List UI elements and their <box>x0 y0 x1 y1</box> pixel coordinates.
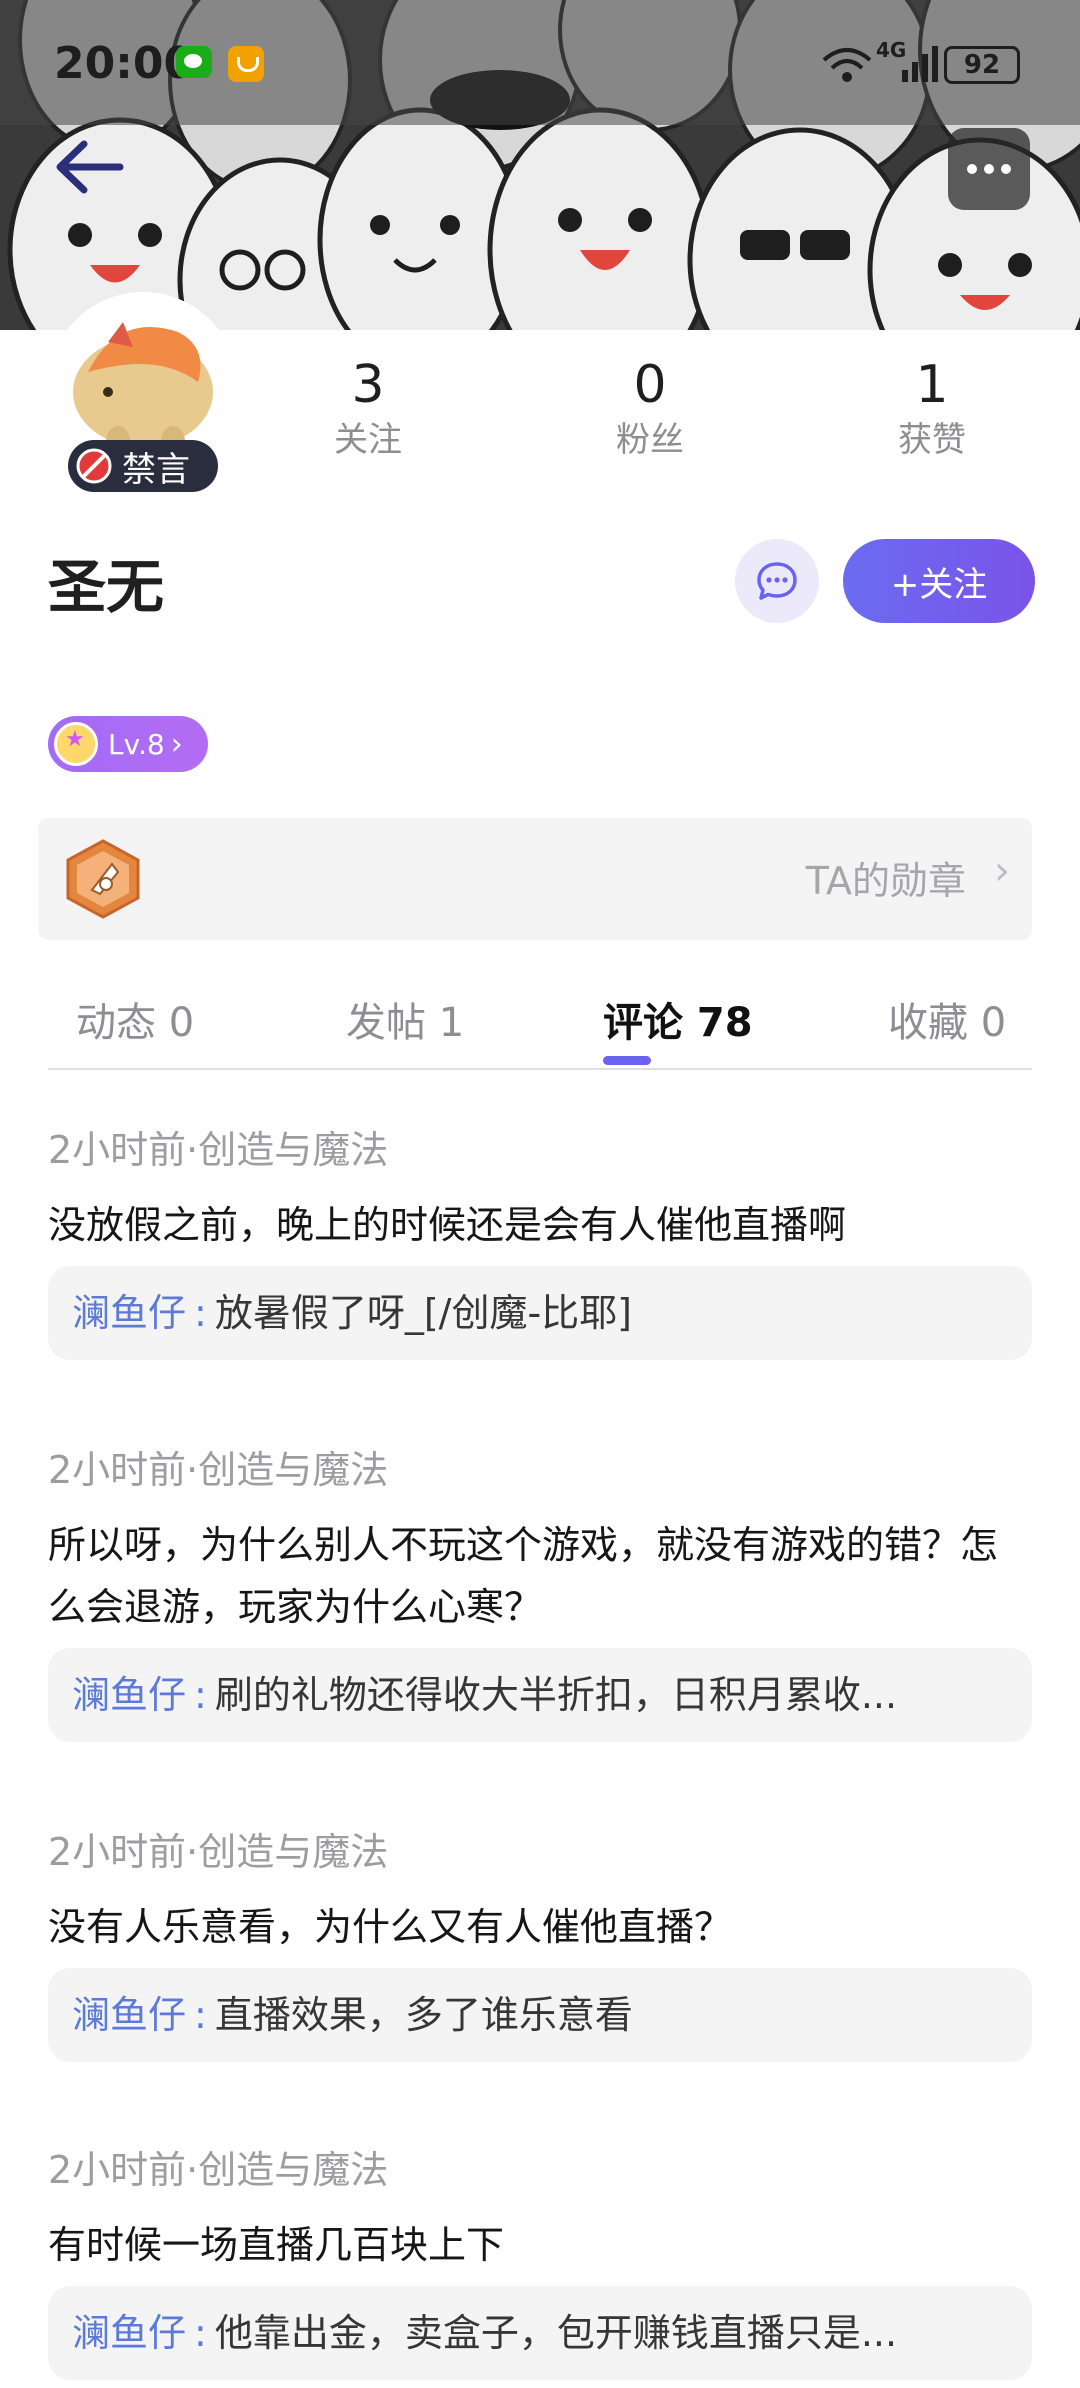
stat-following[interactable]: 3 关注 <box>268 355 468 465</box>
stat-likes[interactable]: 1 获赞 <box>832 355 1032 465</box>
stat-likes-label: 获赞 <box>898 420 966 460</box>
comment-meta: 2小时前·创造与魔法 <box>48 1830 389 1874</box>
medal-icon <box>66 839 140 919</box>
stat-following-label: 关注 <box>334 420 402 460</box>
profile-tabs: 动态 0 发帖 1 评论 78 收藏 0 <box>48 980 1032 1070</box>
chevron-right-icon: › <box>170 726 183 762</box>
comment-item[interactable]: 2小时前·创造与魔法 没有人乐意看，为什么又有人催他直播？ 澜鱼仔: 直播效果，多… <box>48 1822 1032 2062</box>
comment-reply[interactable]: 澜鱼仔: 直播效果，多了谁乐意看 <box>48 1968 1032 2062</box>
comment-text: 没放假之前，晚上的时候还是会有人催他直播啊 <box>48 1203 847 1247</box>
ban-icon <box>76 448 112 484</box>
tab-divider <box>48 1068 1032 1070</box>
reply-text: 直播效果，多了谁乐意看 <box>214 1993 633 2037</box>
more-options-button[interactable] <box>948 128 1030 210</box>
reply-user[interactable]: 澜鱼仔 <box>72 1993 186 2037</box>
comment-text: 有时候一场直播几百块上下 <box>48 2223 505 2267</box>
comment-meta: 2小时前·创造与魔法 <box>48 1448 389 1492</box>
battery-indicator: 92 <box>944 46 1020 84</box>
tab-favorites[interactable]: 收藏 0 <box>888 990 1006 1048</box>
wechat-notification-icon <box>176 46 212 78</box>
reply-user[interactable]: 澜鱼仔 <box>72 1291 186 1335</box>
reply-separator: : <box>194 1993 207 2037</box>
active-tab-indicator <box>603 1056 651 1065</box>
stat-likes-value: 1 <box>915 355 949 415</box>
medal-section[interactable]: TA的勋章 › <box>38 818 1032 940</box>
comment-item[interactable]: 2小时前·创造与魔法 没放假之前，晚上的时候还是会有人催他直播啊 澜鱼仔: 放暑假… <box>48 1120 1032 1360</box>
reply-text: 刷的礼物还得收大半折扣，日积月累收... <box>214 1673 898 1717</box>
comment-item[interactable]: 2小时前·创造与魔法 有时候一场直播几百块上下 澜鱼仔: 他靠出金，卖盒子，包开赚… <box>48 2140 1032 2380</box>
chevron-right-icon: › <box>994 848 1010 894</box>
signal-icon <box>902 46 938 82</box>
mute-badge: 禁言 <box>68 440 218 492</box>
status-bar: 20:00 4G 92 <box>0 0 1080 125</box>
back-arrow-icon <box>56 140 124 194</box>
reply-user[interactable]: 澜鱼仔 <box>72 2311 186 2355</box>
vip-notification-icon <box>228 46 264 82</box>
reply-separator: : <box>194 2311 207 2355</box>
tab-dynamics[interactable]: 动态 0 <box>76 990 194 1048</box>
back-button[interactable] <box>50 132 130 202</box>
comment-reply[interactable]: 澜鱼仔: 刷的礼物还得收大半折扣，日积月累收... <box>48 1648 1032 1742</box>
comment-text: 所以呀，为什么别人不玩这个游戏，就没有游戏的错？怎么会退游，玩家为什么心寒？ <box>48 1523 999 1629</box>
tab-comments[interactable]: 评论 78 <box>603 990 753 1048</box>
comment-meta: 2小时前·创造与魔法 <box>48 2148 389 2192</box>
status-time: 20:00 <box>54 38 195 89</box>
stat-following-value: 3 <box>351 355 385 415</box>
follow-button[interactable]: +关注 <box>843 539 1035 623</box>
comment-text: 没有人乐意看，为什么又有人催他直播？ <box>48 1905 733 1949</box>
chat-bubble-icon <box>757 562 797 600</box>
comment-meta: 2小时前·创造与魔法 <box>48 1128 389 1172</box>
reply-separator: : <box>194 1291 207 1335</box>
more-icon <box>967 164 977 174</box>
level-label: Lv.8 <box>108 727 165 761</box>
chat-button[interactable] <box>735 539 819 623</box>
medal-label: TA的勋章 <box>805 859 966 903</box>
username: 圣无 <box>48 553 165 621</box>
stat-fans-value: 0 <box>633 355 667 415</box>
mute-label: 禁言 <box>122 449 190 490</box>
level-star-icon <box>54 722 98 766</box>
comment-reply[interactable]: 澜鱼仔: 放暑假了呀_[/创魔-比耶] <box>48 1266 1032 1360</box>
reply-separator: : <box>194 1673 207 1717</box>
reply-text: 他靠出金，卖盒子，包开赚钱直播只是... <box>214 2311 898 2355</box>
stat-fans[interactable]: 0 粉丝 <box>550 355 750 465</box>
comment-reply[interactable]: 澜鱼仔: 他靠出金，卖盒子，包开赚钱直播只是... <box>48 2286 1032 2380</box>
tab-posts[interactable]: 发帖 1 <box>346 990 464 1048</box>
comment-item[interactable]: 2小时前·创造与魔法 所以呀，为什么别人不玩这个游戏，就没有游戏的错？怎么会退游… <box>48 1440 1032 1742</box>
reply-user[interactable]: 澜鱼仔 <box>72 1673 186 1717</box>
reply-text: 放暑假了呀_[/创魔-比耶] <box>214 1291 632 1335</box>
stat-fans-label: 粉丝 <box>616 420 684 460</box>
more-icon-dot <box>1001 164 1011 174</box>
profile-banner: 20:00 4G 92 <box>0 0 1080 330</box>
level-badge[interactable]: Lv.8 › <box>48 716 208 772</box>
wifi-icon <box>822 48 872 82</box>
more-icon-dot <box>984 164 994 174</box>
